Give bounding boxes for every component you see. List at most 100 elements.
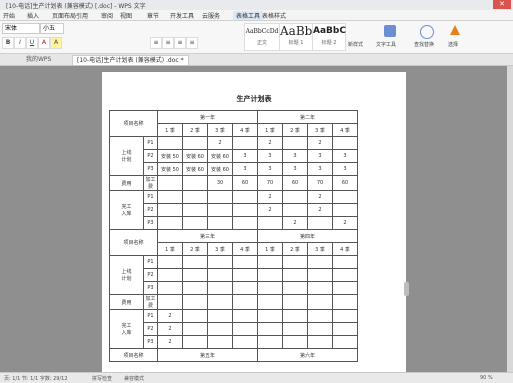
table-cell[interactable]: 安装 50 bbox=[157, 162, 183, 176]
text-tools-button[interactable]: 文字工具 bbox=[376, 41, 396, 48]
table-cell[interactable] bbox=[332, 268, 358, 282]
italic-button[interactable]: I bbox=[14, 37, 26, 49]
table-cell[interactable] bbox=[207, 255, 233, 269]
table-cell[interactable] bbox=[332, 335, 358, 349]
product-label[interactable]: P2 bbox=[143, 268, 158, 282]
table-cell[interactable] bbox=[232, 335, 258, 349]
table-cell[interactable] bbox=[157, 175, 183, 191]
table-cell[interactable]: 2 bbox=[207, 136, 233, 150]
quarter-header[interactable]: 2 季 bbox=[182, 123, 208, 137]
product-label[interactable]: P2 bbox=[143, 322, 158, 336]
table-cell[interactable] bbox=[282, 136, 308, 150]
table-cell[interactable] bbox=[157, 255, 183, 269]
find-replace-button[interactable]: 查找替换 bbox=[414, 41, 434, 48]
table-cell[interactable] bbox=[182, 268, 208, 282]
year-header[interactable]: 第五年 bbox=[157, 348, 258, 362]
table-cell[interactable] bbox=[182, 294, 208, 310]
menu-item[interactable]: 引用 bbox=[76, 11, 88, 20]
new-style-button[interactable]: 新样式 bbox=[348, 41, 363, 48]
table-cell[interactable] bbox=[207, 203, 233, 217]
table-cell[interactable] bbox=[182, 309, 208, 323]
table-cell[interactable] bbox=[182, 136, 208, 150]
product-label[interactable]: P3 bbox=[143, 216, 158, 230]
table-cell[interactable]: 2 bbox=[282, 216, 308, 230]
table-cell[interactable] bbox=[307, 255, 333, 269]
table-cell[interactable]: 3 bbox=[257, 149, 283, 163]
table-cell[interactable] bbox=[157, 136, 183, 150]
quarter-header[interactable]: 4 季 bbox=[232, 242, 258, 256]
year-header[interactable]: 第六年 bbox=[257, 348, 358, 362]
group-label[interactable]: 费用 bbox=[109, 294, 144, 310]
status-spellcheck[interactable]: 拼写检查 bbox=[92, 375, 112, 382]
product-label[interactable]: P1 bbox=[143, 136, 158, 150]
table-cell[interactable] bbox=[282, 281, 308, 295]
group-label[interactable]: 完工 入库 bbox=[109, 190, 144, 230]
table-cell[interactable]: 60 bbox=[332, 175, 358, 191]
menu-item[interactable]: 视图 bbox=[120, 11, 132, 20]
product-label[interactable]: P2 bbox=[143, 203, 158, 217]
table-cell[interactable] bbox=[182, 203, 208, 217]
table-cell[interactable] bbox=[157, 268, 183, 282]
table-cell[interactable]: 2 bbox=[257, 203, 283, 217]
table-cell[interactable]: 3 bbox=[282, 162, 308, 176]
product-label[interactable]: P3 bbox=[143, 281, 158, 295]
year-header[interactable]: 第二年 bbox=[257, 110, 358, 124]
scroll-handle[interactable] bbox=[404, 282, 409, 296]
group-label[interactable]: 费用 bbox=[109, 175, 144, 191]
table-cell[interactable]: 3 bbox=[332, 149, 358, 163]
table-cell[interactable]: 2 bbox=[257, 136, 283, 150]
table-cell[interactable] bbox=[307, 309, 333, 323]
table-cell[interactable] bbox=[207, 294, 233, 310]
table-cell[interactable] bbox=[232, 203, 258, 217]
table-cell[interactable] bbox=[232, 190, 258, 204]
table-cell[interactable] bbox=[307, 268, 333, 282]
table-cell[interactable] bbox=[232, 136, 258, 150]
table-cell[interactable]: 3 bbox=[282, 149, 308, 163]
tab-current-document[interactable]: [10-电话]生产计划表 (兼容模式) .doc * bbox=[72, 55, 189, 65]
quarter-header[interactable]: 3 季 bbox=[207, 123, 233, 137]
table-cell[interactable]: 3 bbox=[232, 149, 258, 163]
table-cell[interactable]: 2 bbox=[307, 203, 333, 217]
justify-icon[interactable]: ≡ bbox=[186, 37, 198, 49]
table-cell[interactable] bbox=[207, 309, 233, 323]
table-cell[interactable] bbox=[207, 322, 233, 336]
menu-item[interactable]: 页面布局 bbox=[52, 11, 76, 20]
table-cell[interactable] bbox=[182, 281, 208, 295]
quarter-header[interactable]: 4 季 bbox=[332, 123, 358, 137]
status-zoom[interactable]: 90 % bbox=[480, 375, 493, 381]
group-label[interactable]: 完工 入库 bbox=[109, 309, 144, 349]
table-cell[interactable] bbox=[157, 216, 183, 230]
table-cell[interactable] bbox=[232, 294, 258, 310]
font-size-select[interactable]: 小五 bbox=[40, 23, 64, 34]
row-header[interactable]: 项目名称 bbox=[109, 229, 158, 256]
menu-item[interactable]: 审阅 bbox=[101, 11, 113, 20]
table-cell[interactable]: 2 bbox=[157, 309, 183, 323]
product-label[interactable]: P1 bbox=[143, 190, 158, 204]
table-cell[interactable]: 安装 60 bbox=[207, 149, 233, 163]
table-cell[interactable]: 2 bbox=[307, 190, 333, 204]
group-label[interactable]: 上线 计划 bbox=[109, 136, 144, 176]
table-cell[interactable] bbox=[257, 322, 283, 336]
menu-item[interactable]: 云服务 bbox=[202, 11, 220, 20]
table-cell[interactable] bbox=[307, 294, 333, 310]
quarter-header[interactable]: 2 季 bbox=[282, 123, 308, 137]
table-cell[interactable] bbox=[182, 190, 208, 204]
group-label[interactable]: 上线 计划 bbox=[109, 255, 144, 295]
table-cell[interactable] bbox=[232, 255, 258, 269]
table-cell[interactable] bbox=[332, 255, 358, 269]
year-header[interactable]: 第三年 bbox=[157, 229, 258, 243]
table-cell[interactable] bbox=[332, 322, 358, 336]
year-header[interactable]: 第一年 bbox=[157, 110, 258, 124]
table-cell[interactable] bbox=[332, 190, 358, 204]
select-button[interactable]: 选择 bbox=[448, 41, 458, 48]
row-header[interactable]: 项目名称 bbox=[109, 348, 158, 362]
table-cell[interactable] bbox=[282, 294, 308, 310]
table-cell[interactable] bbox=[257, 294, 283, 310]
quarter-header[interactable]: 1 季 bbox=[257, 242, 283, 256]
quarter-header[interactable]: 2 季 bbox=[282, 242, 308, 256]
scrollbar[interactable] bbox=[507, 66, 513, 372]
table-cell[interactable] bbox=[182, 322, 208, 336]
menu-item[interactable]: 章节 bbox=[147, 11, 159, 20]
menu-item[interactable]: 表格工具 bbox=[233, 11, 264, 20]
table-cell[interactable] bbox=[232, 281, 258, 295]
